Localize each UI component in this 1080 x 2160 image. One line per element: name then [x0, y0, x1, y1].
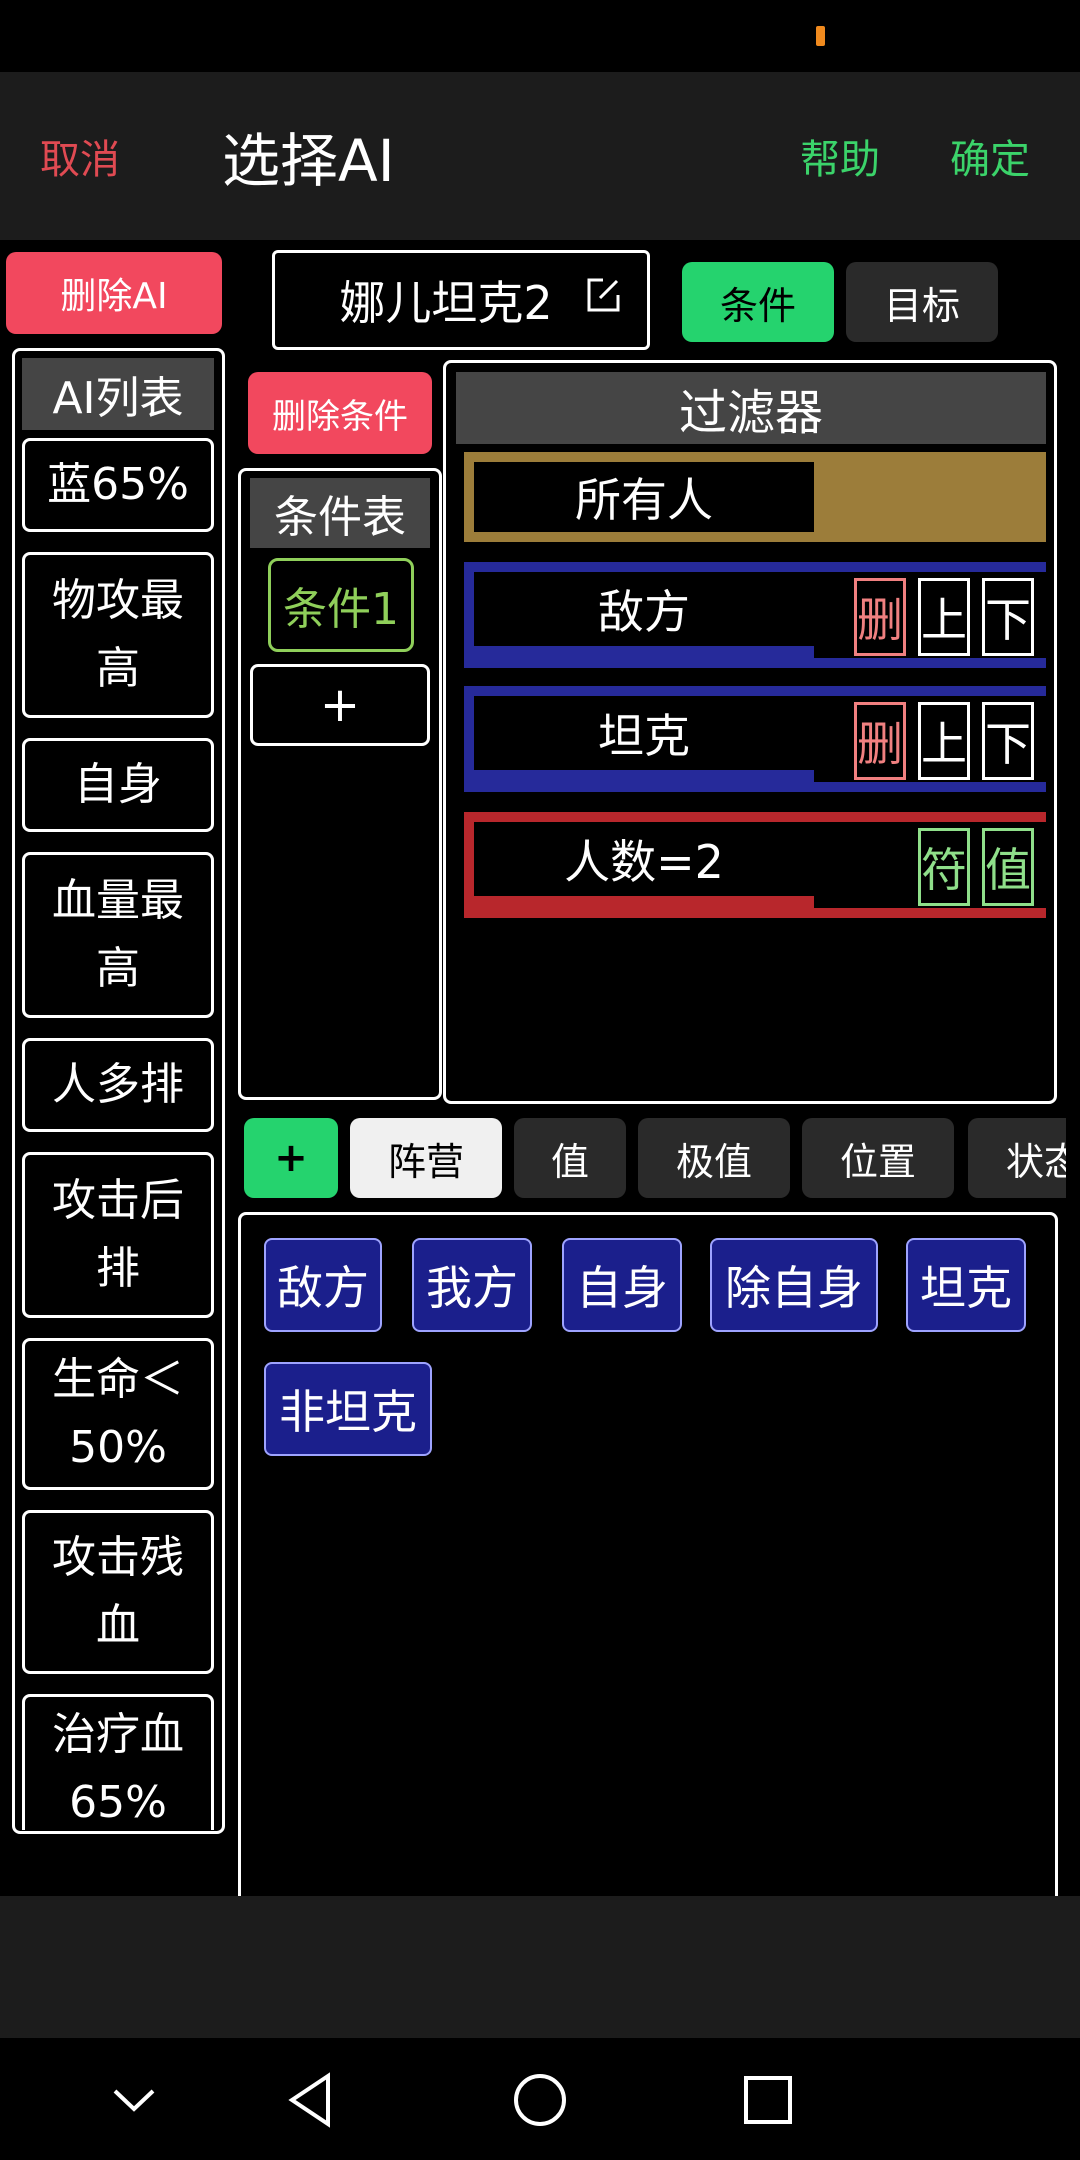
option-chip[interactable]: 除自身 — [710, 1238, 878, 1332]
add-condition-button[interactable]: + — [250, 664, 430, 746]
header-bar — [0, 72, 1080, 240]
ai-name-label: 娜儿坦克2 — [339, 276, 553, 330]
move-down-button[interactable]: 下 — [982, 578, 1034, 656]
tab-status[interactable]: 状态 — [968, 1118, 1066, 1198]
filter-row-label: 坦克 — [474, 696, 814, 770]
delete-filter-button[interactable]: 删 — [854, 578, 906, 656]
filter-row-label: 敌方 — [474, 572, 814, 646]
bottom-bar — [0, 1896, 1080, 2038]
page-title: 选择AI — [222, 127, 395, 195]
status-bar — [0, 0, 1080, 72]
confirm-button[interactable]: 确定 — [950, 72, 1030, 240]
filter-row-label: 所有人 — [474, 462, 814, 532]
filter-row-label: 人数=2 — [474, 822, 814, 896]
tab-position[interactable]: 位置 — [802, 1118, 954, 1198]
ai-list-item[interactable]: 蓝65% — [22, 438, 214, 532]
back-icon[interactable] — [270, 2060, 350, 2140]
ai-list-item[interactable]: 攻击后排 — [22, 1152, 214, 1318]
option-chip[interactable]: 非坦克 — [264, 1362, 432, 1456]
filter-row[interactable]: 敌方 删 上 下 — [464, 562, 1046, 668]
condition-table-header: 条件表 — [250, 478, 430, 548]
filter-header: 过滤器 — [456, 372, 1046, 444]
operator-button[interactable]: 符 — [918, 828, 970, 906]
ai-list-item[interactable]: 自身 — [22, 738, 214, 832]
tab-condition[interactable]: 条件 — [682, 262, 834, 342]
ai-list-item[interactable]: 生命＜50% — [22, 1338, 214, 1490]
battery-icon — [816, 26, 825, 46]
add-category-button[interactable]: + — [244, 1118, 338, 1198]
filter-row[interactable]: 所有人 — [464, 452, 1046, 542]
option-chip[interactable]: 我方 — [412, 1238, 532, 1332]
filter-row[interactable]: 坦克 删 上 下 — [464, 686, 1046, 792]
ai-name-field[interactable]: 娜儿坦克2 — [272, 250, 650, 350]
move-down-button[interactable]: 下 — [982, 702, 1034, 780]
ai-list-item[interactable]: 血量最高 — [22, 852, 214, 1018]
delete-filter-button[interactable]: 删 — [854, 702, 906, 780]
tab-camp[interactable]: 阵营 — [350, 1118, 502, 1198]
ai-list-item[interactable]: 攻击残血 — [22, 1510, 214, 1674]
tab-extreme[interactable]: 极值 — [638, 1118, 790, 1198]
tab-value[interactable]: 值 — [514, 1118, 626, 1198]
filter-row-fill — [814, 452, 1046, 542]
recent-apps-icon[interactable] — [728, 2060, 808, 2140]
tab-target[interactable]: 目标 — [846, 262, 998, 342]
ai-list-header: AI列表 — [22, 358, 214, 430]
chevron-down-icon[interactable] — [94, 2060, 174, 2140]
condition-item[interactable]: 条件1 — [268, 558, 414, 652]
option-chip[interactable]: 坦克 — [906, 1238, 1026, 1332]
move-up-button[interactable]: 上 — [918, 578, 970, 656]
move-up-button[interactable]: 上 — [918, 702, 970, 780]
ai-list-item[interactable]: 人多排 — [22, 1038, 214, 1132]
help-button[interactable]: 帮助 — [800, 72, 880, 240]
value-button[interactable]: 值 — [982, 828, 1034, 906]
home-icon[interactable] — [500, 2060, 580, 2140]
ai-list-item[interactable]: 治疗血65% — [22, 1694, 214, 1830]
option-chip[interactable]: 自身 — [562, 1238, 682, 1332]
delete-ai-button[interactable]: 删除AI — [6, 252, 222, 334]
filter-row[interactable]: 人数=2 符 值 — [464, 812, 1046, 918]
cancel-button[interactable]: 取消 — [40, 72, 120, 240]
ai-list-item[interactable]: 物攻最高 — [22, 552, 214, 718]
edit-icon[interactable] — [583, 275, 623, 315]
option-chip[interactable]: 敌方 — [264, 1238, 382, 1332]
delete-condition-button[interactable]: 删除条件 — [248, 372, 432, 454]
